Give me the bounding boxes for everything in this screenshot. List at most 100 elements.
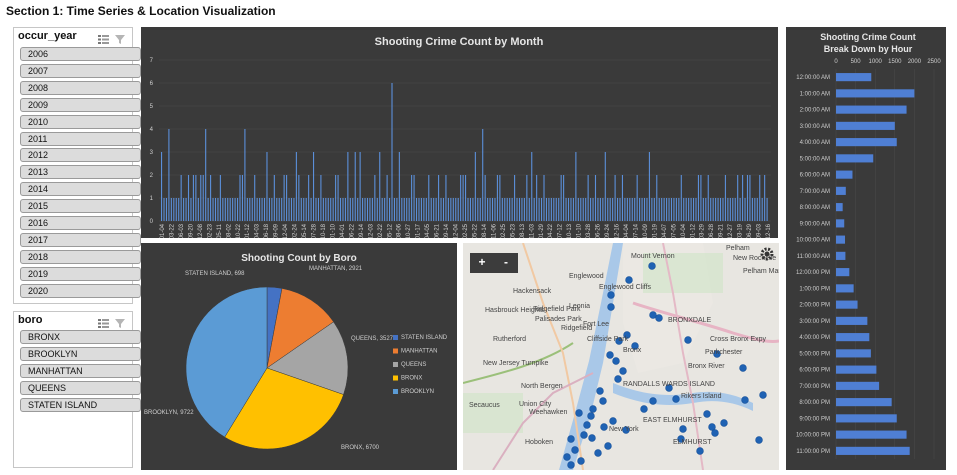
month-bar[interactable] bbox=[195, 175, 197, 221]
month-bar[interactable] bbox=[700, 175, 702, 221]
month-bar[interactable] bbox=[648, 152, 650, 221]
month-bar[interactable] bbox=[707, 175, 709, 221]
year-item-2013[interactable]: 2013 bbox=[20, 165, 141, 180]
month-bar[interactable] bbox=[281, 198, 283, 221]
year-item-2009[interactable]: 2009 bbox=[20, 97, 141, 112]
shooting-marker[interactable] bbox=[599, 397, 607, 405]
month-bar[interactable] bbox=[170, 198, 172, 221]
hourly-chart-panel[interactable]: Shooting Crime Count Break Down by Hour … bbox=[786, 27, 946, 470]
month-bar[interactable] bbox=[342, 198, 344, 221]
month-bar[interactable] bbox=[614, 175, 616, 221]
shooting-marker[interactable] bbox=[589, 405, 597, 413]
month-bar[interactable] bbox=[386, 175, 388, 221]
month-bar[interactable] bbox=[506, 198, 508, 221]
shooting-marker[interactable] bbox=[609, 417, 617, 425]
month-bar[interactable] bbox=[161, 152, 163, 221]
clear-filter-icon[interactable] bbox=[115, 315, 126, 328]
month-bar[interactable] bbox=[528, 198, 530, 221]
month-bar[interactable] bbox=[734, 198, 736, 221]
month-bar[interactable] bbox=[766, 198, 768, 221]
month-bar[interactable] bbox=[754, 198, 756, 221]
month-bar[interactable] bbox=[371, 198, 373, 221]
shooting-marker[interactable] bbox=[575, 409, 583, 417]
month-bar[interactable] bbox=[693, 198, 695, 221]
month-bar[interactable] bbox=[374, 175, 376, 221]
shooting-marker[interactable] bbox=[625, 276, 633, 284]
hour-bar[interactable] bbox=[836, 300, 858, 309]
shooting-marker[interactable] bbox=[703, 410, 711, 418]
month-bar[interactable] bbox=[393, 198, 396, 221]
month-bar[interactable] bbox=[288, 198, 290, 221]
month-bar[interactable] bbox=[609, 198, 611, 221]
shooting-marker[interactable] bbox=[684, 336, 692, 344]
month-bar[interactable] bbox=[521, 198, 523, 221]
hour-bar[interactable] bbox=[836, 138, 897, 147]
year-item-2018[interactable]: 2018 bbox=[20, 249, 141, 264]
hour-bar[interactable] bbox=[836, 89, 915, 98]
month-bar[interactable] bbox=[626, 198, 628, 221]
month-bar[interactable] bbox=[418, 198, 420, 221]
month-bar[interactable] bbox=[173, 198, 175, 221]
month-bar[interactable] bbox=[688, 198, 690, 221]
month-bar[interactable] bbox=[406, 198, 408, 221]
month-bar[interactable] bbox=[487, 198, 489, 221]
month-bar[interactable] bbox=[732, 198, 734, 221]
shooting-marker[interactable] bbox=[640, 405, 648, 413]
shooting-marker[interactable] bbox=[655, 314, 663, 322]
month-bar[interactable] bbox=[322, 198, 324, 221]
month-bar[interactable] bbox=[484, 175, 486, 221]
month-bar[interactable] bbox=[180, 175, 182, 221]
month-bar[interactable] bbox=[491, 198, 494, 221]
month-bar[interactable] bbox=[479, 198, 481, 221]
shooting-marker[interactable] bbox=[563, 453, 571, 461]
month-bar[interactable] bbox=[359, 152, 361, 221]
month-bar[interactable] bbox=[210, 175, 212, 221]
month-bar[interactable] bbox=[494, 198, 496, 221]
month-bar[interactable] bbox=[276, 198, 278, 221]
month-bar[interactable] bbox=[602, 198, 604, 221]
hour-bar[interactable] bbox=[836, 73, 872, 82]
month-bar[interactable] bbox=[744, 198, 746, 221]
month-bar[interactable] bbox=[582, 198, 584, 221]
month-bar[interactable] bbox=[489, 198, 491, 221]
month-bar[interactable] bbox=[271, 198, 273, 221]
month-bar[interactable] bbox=[661, 198, 663, 221]
shooting-marker[interactable] bbox=[711, 429, 719, 437]
month-bar[interactable] bbox=[335, 175, 337, 221]
month-bar[interactable] bbox=[320, 175, 322, 221]
year-item-2011[interactable]: 2011 bbox=[20, 131, 141, 146]
month-bar[interactable] bbox=[467, 198, 469, 221]
month-bar[interactable] bbox=[259, 198, 261, 221]
hour-bar[interactable] bbox=[836, 121, 895, 130]
month-bar[interactable] bbox=[501, 198, 503, 221]
month-bar[interactable] bbox=[273, 175, 275, 221]
month-bar[interactable] bbox=[764, 175, 766, 221]
month-bar[interactable] bbox=[401, 198, 403, 221]
hour-bar[interactable] bbox=[836, 251, 846, 260]
month-bar[interactable] bbox=[241, 175, 244, 221]
month-bar[interactable] bbox=[607, 198, 609, 221]
shooting-marker[interactable] bbox=[604, 442, 612, 450]
hour-bar[interactable] bbox=[836, 381, 880, 390]
month-bar[interactable] bbox=[389, 198, 391, 221]
month-bar[interactable] bbox=[300, 198, 302, 221]
month-bar[interactable] bbox=[290, 198, 293, 221]
month-bar[interactable] bbox=[450, 198, 452, 221]
month-bar[interactable] bbox=[396, 198, 398, 221]
month-bar[interactable] bbox=[465, 175, 467, 221]
month-bar[interactable] bbox=[545, 198, 548, 221]
month-bar[interactable] bbox=[428, 175, 430, 221]
boro-item-staten-island[interactable]: STATEN ISLAND bbox=[20, 398, 141, 412]
month-bar[interactable] bbox=[705, 198, 707, 221]
month-bar[interactable] bbox=[761, 198, 763, 221]
shooting-location-map[interactable]: Mount VernonPelhamNew RochellePelham Man… bbox=[463, 243, 779, 470]
month-bar[interactable] bbox=[327, 198, 329, 221]
shooting-marker[interactable] bbox=[607, 303, 615, 311]
month-bar[interactable] bbox=[737, 175, 739, 221]
month-bar[interactable] bbox=[575, 152, 577, 221]
month-bar[interactable] bbox=[482, 129, 484, 221]
shooting-marker[interactable] bbox=[741, 396, 749, 404]
month-bar[interactable] bbox=[675, 198, 677, 221]
hour-bar[interactable] bbox=[836, 333, 870, 342]
month-bar[interactable] bbox=[185, 198, 187, 221]
